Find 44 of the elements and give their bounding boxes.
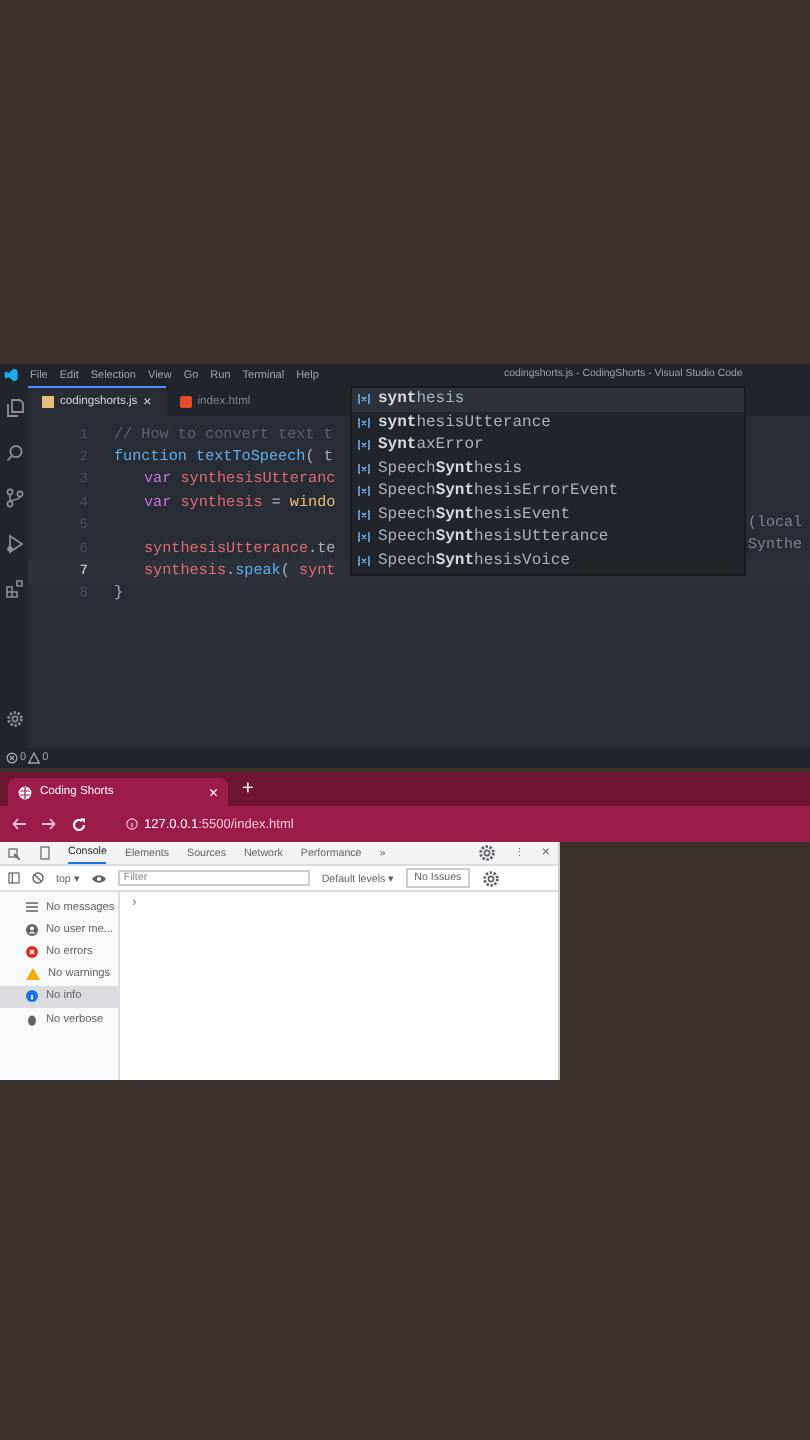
- globe-icon: [18, 785, 32, 799]
- error-icon[interactable]: [6, 752, 18, 764]
- eye-icon[interactable]: [91, 873, 106, 883]
- sidebar-icon[interactable]: [8, 872, 20, 884]
- device-icon[interactable]: [38, 846, 50, 860]
- suggestion-item[interactable]: SpeechSynthesisErrorEvent: [352, 480, 744, 503]
- list-icon: [26, 902, 38, 913]
- search-icon[interactable]: [5, 444, 23, 462]
- settings-icon[interactable]: [5, 710, 23, 728]
- error-icon: [26, 945, 38, 958]
- extensions-icon[interactable]: [5, 580, 23, 598]
- user-icon: [26, 923, 38, 936]
- inspect-icon[interactable]: [8, 847, 20, 859]
- suggestion-item[interactable]: synthesis: [352, 388, 744, 411]
- suggestion-item[interactable]: synthesisUtterance: [352, 411, 744, 434]
- app-logo-icon: [4, 368, 18, 382]
- suggestion-item[interactable]: SyntaxError: [352, 434, 744, 457]
- forward-icon[interactable]: [42, 818, 56, 830]
- files-icon[interactable]: [5, 398, 23, 418]
- run-debug-icon[interactable]: [5, 534, 23, 554]
- clear-icon[interactable]: [32, 872, 44, 884]
- suggestion-item[interactable]: SpeechSynthesisVoice: [352, 549, 744, 572]
- variable-icon: [358, 394, 370, 405]
- variable-icon: [358, 555, 370, 566]
- variable-icon: [358, 463, 370, 474]
- variable-icon: [358, 417, 370, 428]
- variable-icon: [358, 532, 370, 543]
- reload-icon[interactable]: [72, 817, 86, 831]
- variable-icon: [358, 440, 370, 451]
- variable-icon: [358, 509, 370, 520]
- html-file-icon: [179, 395, 192, 407]
- suggestion-item[interactable]: SpeechSynthesis: [352, 457, 744, 480]
- warning-icon[interactable]: [28, 752, 41, 764]
- suggestion-item[interactable]: SpeechSynthesisEvent: [352, 503, 744, 526]
- source-control-icon[interactable]: [5, 488, 23, 508]
- variable-icon: [358, 486, 370, 497]
- suggestion-item[interactable]: SpeechSynthesisUtterance: [352, 526, 744, 549]
- js-file-icon: [42, 396, 54, 408]
- info-icon: [26, 990, 38, 1003]
- new-tab-button[interactable]: +: [242, 778, 254, 800]
- back-icon[interactable]: [12, 818, 26, 830]
- info-icon[interactable]: [126, 818, 138, 830]
- warning-icon: [26, 968, 40, 981]
- close-icon[interactable]: ×: [208, 783, 218, 801]
